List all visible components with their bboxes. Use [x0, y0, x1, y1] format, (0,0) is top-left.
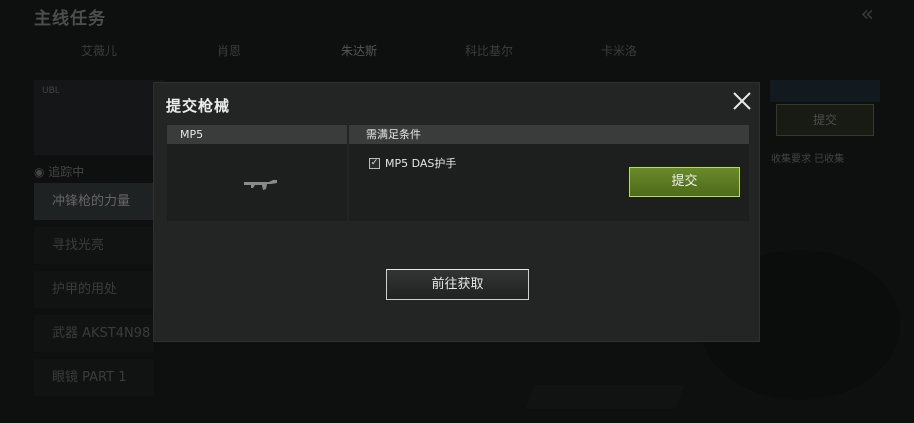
requirements-header: 需满足条件 [349, 125, 749, 144]
smg-icon [244, 180, 277, 190]
submit-weapon-dialog: 提交枪械 MP5 需满足条件 ✓ MP5 DAS护手 提交 前往获取 [153, 82, 760, 342]
requirements-panel: 需满足条件 ✓ MP5 DAS护手 提交 [349, 125, 749, 221]
go-obtain-button[interactable]: 前往获取 [386, 269, 529, 300]
weapon-panel: MP5 [167, 125, 347, 221]
weapon-name: MP5 [167, 125, 347, 144]
check-icon: ✓ [369, 157, 380, 169]
dialog-title: 提交枪械 [166, 97, 231, 115]
requirement-label: MP5 DAS护手 [385, 157, 457, 170]
requirement-row: ✓ MP5 DAS护手 [369, 155, 456, 171]
submit-button[interactable]: 提交 [629, 167, 740, 197]
close-icon[interactable] [730, 89, 754, 113]
